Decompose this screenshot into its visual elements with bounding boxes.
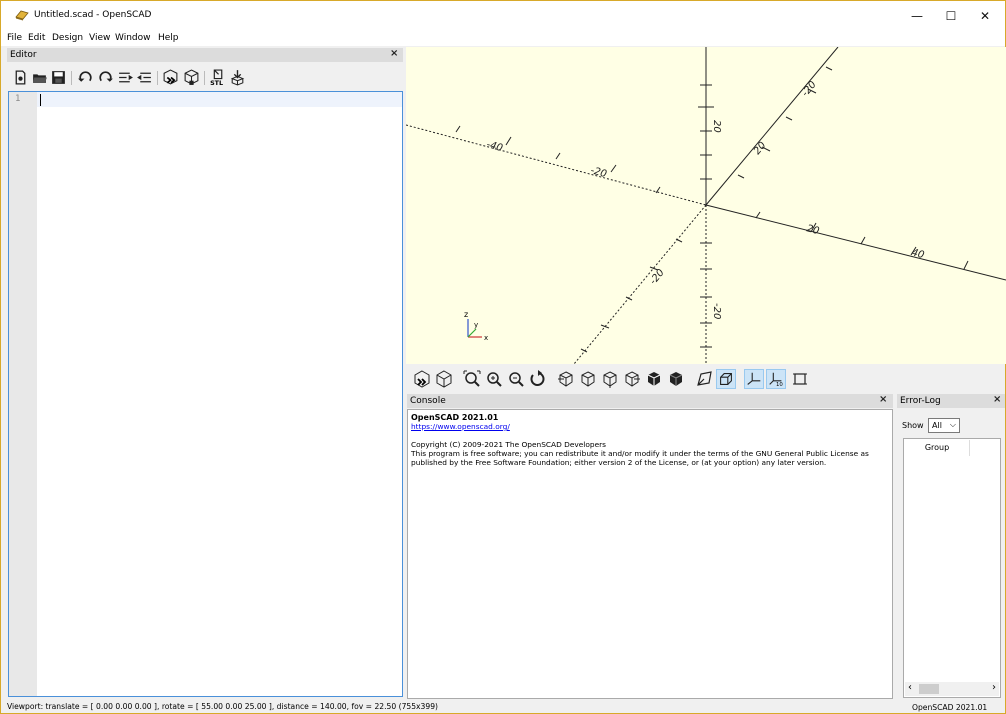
toolbar-separator	[157, 71, 158, 85]
indent-icon[interactable]	[136, 69, 153, 86]
console-output: OpenSCAD 2021.01 https://www.openscad.or…	[407, 409, 893, 699]
axis-label: -40	[485, 139, 504, 154]
maximize-button[interactable]: ☐	[934, 1, 968, 31]
axis-label: -20	[711, 303, 722, 319]
menu-view[interactable]: View	[89, 33, 110, 43]
viewport-status: Viewport: translate = [ 0.00 0.00 0.00 ]…	[7, 702, 439, 711]
toolbar-separator	[204, 71, 205, 85]
editor-panel-header: Editor ×	[7, 48, 403, 62]
x-axis-letter: x	[484, 334, 488, 342]
undo-icon[interactable]	[77, 69, 94, 86]
3d-viewport[interactable]: -40 -20 20 40 20 -20 20 -20 -20 z y x	[406, 47, 1006, 364]
current-line-highlight	[37, 92, 402, 107]
minimize-button[interactable]: —	[900, 1, 934, 31]
send-to-print-icon[interactable]	[229, 69, 246, 86]
view-all-icon[interactable]	[462, 369, 482, 389]
text-caret	[40, 94, 41, 106]
error-log-table[interactable]: Group ‹ ›	[903, 438, 1001, 698]
preview-icon[interactable]	[162, 69, 179, 86]
axis-label: -20	[648, 267, 667, 287]
error-log-panel-header: Error-Log ×	[897, 394, 1005, 408]
preview-icon[interactable]	[412, 369, 432, 389]
z-axis-letter: z	[464, 310, 468, 319]
error-log-close-icon[interactable]: ×	[993, 394, 1001, 405]
line-number-gutter: 1	[9, 92, 37, 696]
orthogonal-icon[interactable]	[716, 369, 736, 389]
app-window: Untitled.scad - OpenSCAD — ☐ ✕ File Edit…	[0, 0, 1006, 714]
axis-label: 20	[805, 223, 820, 237]
console-copyright: Copyright (C) 2009-2021 The OpenSCAD Dev…	[411, 440, 607, 449]
scrollbar-thumb[interactable]	[919, 684, 939, 694]
window-title: Untitled.scad - OpenSCAD	[34, 10, 152, 20]
chevron-down-icon: ⌵	[949, 420, 956, 429]
front-view-icon[interactable]	[644, 369, 664, 389]
console-version: OpenSCAD 2021.01	[411, 413, 499, 422]
show-axes-icon[interactable]	[744, 369, 764, 389]
svg-text:STL: STL	[210, 79, 223, 86]
show-filter-select[interactable]: All ⌵	[928, 418, 960, 433]
menu-design[interactable]: Design	[52, 33, 83, 43]
close-window-button[interactable]: ✕	[968, 1, 1002, 31]
show-scale-icon[interactable]: 10	[766, 369, 786, 389]
axis-label: 20	[711, 120, 722, 133]
openscad-logo-icon	[15, 10, 29, 21]
render-icon[interactable]	[434, 369, 454, 389]
reset-view-icon[interactable]	[528, 369, 548, 389]
axes-grid: -40 -20 20 40 20 -20 20 -20 -20 z y x	[406, 47, 1006, 364]
console-close-icon[interactable]: ×	[879, 394, 887, 405]
console-panel-header: Console ×	[407, 394, 893, 408]
bottom-view-icon[interactable]	[600, 369, 620, 389]
render-icon[interactable]	[183, 69, 200, 86]
viewport-toolbar: 10	[406, 365, 1006, 393]
openscad-website-link[interactable]: https://www.openscad.org/	[411, 422, 510, 431]
axis-label: -20	[589, 165, 608, 180]
menu-bar: File Edit Design View Window Help	[1, 31, 1005, 46]
left-view-icon[interactable]	[622, 369, 642, 389]
zoom-out-icon[interactable]	[506, 369, 526, 389]
save-icon[interactable]	[50, 69, 67, 86]
toolbar-separator	[71, 71, 72, 85]
menu-file[interactable]: File	[7, 33, 22, 43]
error-log-panel-title: Error-Log	[900, 396, 941, 406]
axis-label: 20	[752, 140, 769, 157]
title-bar: Untitled.scad - OpenSCAD — ☐ ✕	[1, 1, 1005, 31]
show-edges-icon[interactable]	[790, 369, 810, 389]
scroll-right-icon[interactable]: ›	[992, 682, 996, 693]
menu-window[interactable]: Window	[115, 33, 151, 43]
version-status: OpenSCAD 2021.01	[912, 703, 988, 712]
new-file-icon[interactable]	[12, 69, 29, 86]
editor-panel-title: Editor	[10, 50, 37, 60]
menu-help[interactable]: Help	[158, 33, 179, 43]
unindent-icon[interactable]	[117, 69, 134, 86]
top-view-icon[interactable]	[578, 369, 598, 389]
editor-close-icon[interactable]: ×	[390, 48, 398, 59]
line-number: 1	[15, 94, 21, 104]
orientation-axes-indicator: z y x	[464, 310, 488, 342]
redo-icon[interactable]	[97, 69, 114, 86]
console-panel-title: Console	[410, 396, 446, 406]
svg-text:10: 10	[776, 382, 783, 388]
axis-label: -20	[800, 79, 819, 99]
zoom-in-icon[interactable]	[484, 369, 504, 389]
open-file-icon[interactable]	[31, 69, 48, 86]
right-view-icon[interactable]	[556, 369, 576, 389]
show-filter-value: All	[932, 421, 942, 430]
scroll-left-icon[interactable]: ‹	[908, 682, 912, 693]
menu-edit[interactable]: Edit	[28, 33, 45, 43]
code-editor[interactable]: 1	[8, 91, 403, 697]
show-filter-label: Show	[902, 421, 924, 430]
group-column-header[interactable]: Group	[905, 440, 970, 456]
perspective-icon[interactable]	[694, 369, 714, 389]
horizontal-scrollbar[interactable]: ‹ ›	[905, 682, 999, 696]
y-axis-letter: y	[474, 321, 478, 329]
back-view-icon[interactable]	[666, 369, 686, 389]
export-stl-icon[interactable]: STL	[209, 69, 226, 86]
console-license: This program is free software; you can r…	[411, 449, 869, 467]
